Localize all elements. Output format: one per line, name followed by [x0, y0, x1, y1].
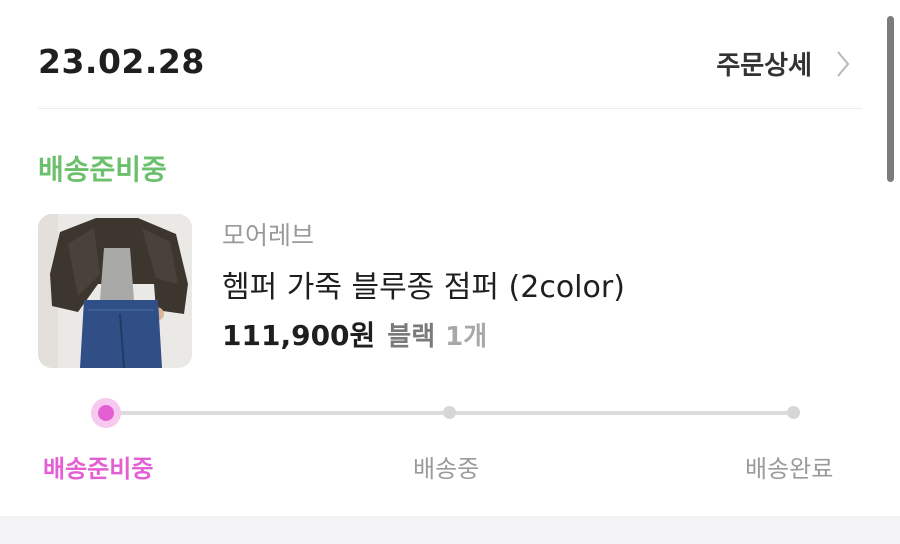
product-option-color: 블랙	[387, 322, 436, 352]
order-detail-label: 주문상세	[716, 51, 812, 81]
progress-step-label-delivered: 배송완료	[745, 455, 834, 483]
price-line: 111,900원 블랙 1개	[222, 314, 487, 354]
progress-step-active-dot	[91, 398, 121, 428]
chevron-right-icon	[837, 50, 850, 77]
progress-step-dot	[787, 406, 800, 419]
scrollbar-thumb[interactable]	[887, 16, 894, 182]
product-thumbnail[interactable]	[38, 214, 192, 368]
order-detail-button[interactable]: 주문상세	[716, 45, 850, 82]
brand-name: 모어레브	[222, 221, 315, 250]
progress-step-label-preparing: 배송준비중	[43, 455, 154, 483]
progress-step-dot	[443, 406, 456, 419]
order-date: 23.02.28	[38, 42, 205, 81]
delivery-status: 배송준비중	[38, 153, 167, 186]
product-name[interactable]: 헴퍼 가죽 블루종 점퍼 (2color)	[222, 262, 625, 306]
bottom-strip	[0, 516, 900, 544]
progress-step-label-shipping: 배송중	[413, 455, 480, 483]
leather-jacket-photo-icon	[38, 214, 192, 368]
product-price: 111,900원	[222, 319, 376, 352]
header-divider	[38, 108, 862, 109]
product-quantity: 1개	[445, 322, 488, 352]
order-card: 23.02.28 주문상세 배송준비중 모어레브 헴퍼 가죽 블루종 점퍼 (2…	[0, 0, 900, 516]
